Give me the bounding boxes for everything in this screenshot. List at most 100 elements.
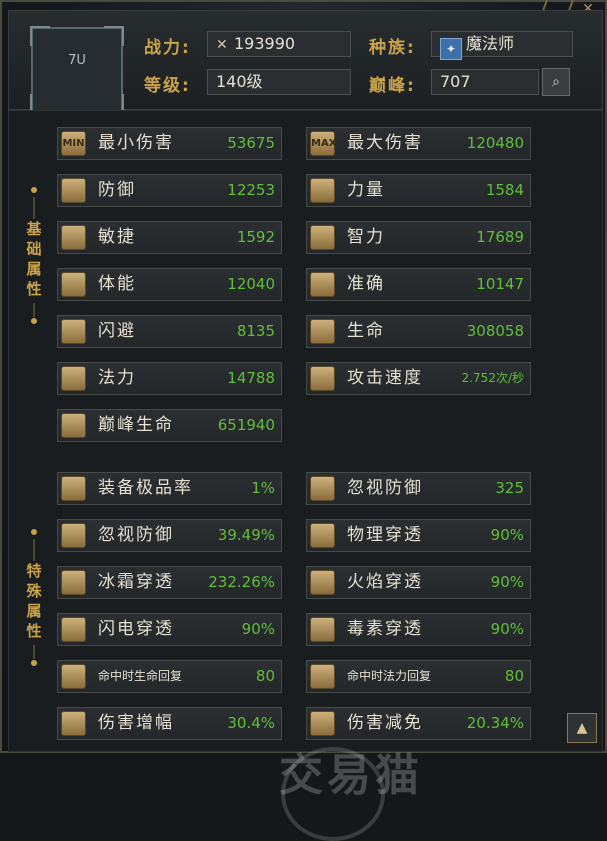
attack-speed-icon [310, 366, 335, 391]
ignore-defense-pct-icon [61, 523, 86, 548]
stat-row: 火焰穿透 90% [306, 566, 531, 599]
stat-name: 忽视防御 [98, 525, 174, 545]
stat-name: 巅峰生命 [98, 415, 174, 435]
stamina-icon [61, 272, 86, 297]
ignore-defense-icon [310, 476, 335, 501]
stat-value: 12253 [227, 181, 275, 199]
stat-value: 10147 [476, 275, 524, 293]
stat-row: 装备极品率 1% [57, 472, 282, 505]
stat-name: 智力 [347, 227, 385, 247]
min-damage-icon: MIN [61, 131, 86, 156]
stat-row: 准确 10147 [306, 268, 531, 301]
peak-field: 707 [431, 69, 539, 95]
mana-on-hit-icon [310, 664, 335, 689]
stat-value: 80 [504, 667, 524, 685]
watermark-text: 交易猫 [279, 750, 423, 801]
power-label: 战力: [144, 38, 191, 58]
stat-row: 力量 1584 [306, 174, 531, 207]
max-damage-icon: MAX [310, 131, 336, 156]
stat-row: 命中时生命回复 80 [57, 660, 282, 693]
section-dot [31, 529, 37, 535]
stat-value: 30.4% [227, 714, 275, 732]
race-field: ✦ 魔法师 [431, 31, 573, 60]
stat-value: 17689 [476, 228, 524, 246]
stat-name: 忽视防御 [347, 478, 423, 498]
stat-name: 最小伤害 [98, 133, 174, 153]
stat-name: 防御 [98, 180, 136, 200]
stat-row: 巅峰生命 651940 [57, 409, 282, 442]
stat-row: MAX 最大伤害 120480 [306, 127, 531, 160]
stat-row: 防御 12253 [57, 174, 282, 207]
level-label: 等级: [144, 76, 191, 96]
stat-row: 法力 14788 [57, 362, 282, 395]
strength-icon [310, 178, 335, 203]
section-dot [31, 187, 37, 193]
stat-row: 毒素穿透 90% [306, 613, 531, 646]
stat-value: 2.752次/秒 [461, 371, 524, 385]
accuracy-icon [310, 272, 335, 297]
power-field: ✕ 193990 [207, 31, 351, 57]
stat-name: 攻击速度 [347, 368, 423, 388]
stat-name: 体能 [98, 274, 136, 294]
stat-value: 90% [490, 526, 524, 544]
mage-class-icon: ✦ [440, 38, 462, 60]
stat-value: 20.34% [466, 714, 524, 732]
life-icon [310, 319, 335, 344]
stat-row: 体能 12040 [57, 268, 282, 301]
stat-row: 伤害增幅 30.4% [57, 707, 282, 740]
stat-row: 物理穿透 90% [306, 519, 531, 552]
character-window: ✕ 7U 战力: ✕ 193990 种族: ✦ 魔法师 等级: 140级 巅峰: 7… [0, 0, 607, 841]
peak-label: 巅峰: [369, 76, 416, 96]
stat-value: 325 [495, 479, 524, 497]
stat-name: 物理穿透 [347, 525, 423, 545]
stat-row: 闪电穿透 90% [57, 613, 282, 646]
stat-row: 闪避 8135 [57, 315, 282, 348]
stat-name: 闪电穿透 [98, 619, 174, 639]
stat-name: 生命 [347, 321, 385, 341]
fire-pierce-icon [310, 570, 335, 595]
agility-icon [61, 225, 86, 250]
stat-row: 伤害减免 20.34% [306, 707, 531, 740]
poison-pierce-icon [310, 617, 335, 642]
basic-attributes-tag: 基础 属性 [26, 220, 42, 298]
avatar[interactable]: 7U [30, 26, 124, 114]
stat-row: MIN 最小伤害 53675 [57, 127, 282, 160]
equipment-rate-icon [61, 476, 86, 501]
character-header: 7U 战力: ✕ 193990 种族: ✦ 魔法师 等级: 140级 巅峰: 707… [8, 10, 603, 114]
stat-row: 敏捷 1592 [57, 221, 282, 254]
stat-row: 攻击速度 2.752次/秒 [306, 362, 531, 395]
stat-row: 忽视防御 325 [306, 472, 531, 505]
stat-name: 命中时生命回复 [98, 669, 183, 683]
stat-name: 冰霜穿透 [98, 572, 174, 592]
stat-name: 敏捷 [98, 227, 136, 247]
stat-row: 命中时法力回复 80 [306, 660, 531, 693]
stat-value: 90% [490, 573, 524, 591]
stat-row: 生命 308058 [306, 315, 531, 348]
stat-value: 80 [255, 667, 275, 685]
peak-value: 707 [440, 72, 471, 91]
dodge-icon [61, 319, 86, 344]
mana-icon [61, 366, 86, 391]
defense-icon [61, 178, 86, 203]
peak-life-icon [61, 413, 86, 438]
life-on-hit-icon [61, 664, 86, 689]
stat-name: 伤害增幅 [98, 713, 174, 733]
stat-name: 伤害减免 [347, 713, 423, 733]
stat-value: 90% [490, 620, 524, 638]
stat-value: 53675 [227, 134, 275, 152]
crossed-swords-icon: ✕ [216, 37, 228, 53]
search-button[interactable]: ⌕ [542, 68, 570, 96]
stat-value: 8135 [236, 322, 275, 340]
stat-value: 1% [251, 479, 275, 497]
physical-pierce-icon [310, 523, 335, 548]
level-value: 140级 [216, 72, 263, 91]
stat-name: 闪避 [98, 321, 136, 341]
scroll-up-button[interactable]: ▲ [567, 713, 597, 743]
stat-name: 法力 [98, 368, 136, 388]
stat-value: 1592 [236, 228, 275, 246]
intelligence-icon [310, 225, 335, 250]
stat-name: 火焰穿透 [347, 572, 423, 592]
stat-value: 308058 [466, 322, 524, 340]
damage-boost-icon [61, 711, 86, 736]
stat-value: 651940 [217, 416, 275, 434]
